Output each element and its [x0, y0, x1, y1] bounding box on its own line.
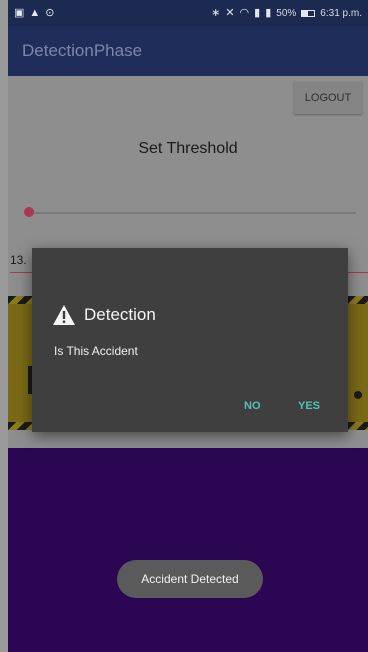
- yes-button[interactable]: YES: [298, 400, 320, 412]
- threshold-input-value: 13.: [10, 253, 27, 267]
- threshold-slider-track[interactable]: [28, 212, 356, 214]
- toast-message: Accident Detected: [117, 560, 263, 598]
- dialog-title: Detection: [84, 305, 156, 324]
- battery-icon: [301, 9, 316, 17]
- detection-area: [8, 448, 368, 652]
- warning-icon: [53, 305, 75, 325]
- bluetooth-icon: ∗: [211, 6, 221, 19]
- battery-percent: 50%: [276, 7, 297, 19]
- threshold-slider-thumb[interactable]: [24, 207, 34, 217]
- warning-icon: ▲: [29, 6, 41, 19]
- app-title: DetectionPhase: [22, 41, 143, 60]
- dialog-title-row: Detection: [52, 304, 156, 326]
- status-bar: ▣ ▲ ⊙ ∗ ✕ ◠ ▮ ▮ 50% 6:31 p.m.: [8, 0, 368, 26]
- threshold-label: Set Threshold: [138, 140, 238, 157]
- phone-screen: ▣ ▲ ⊙ ∗ ✕ ◠ ▮ ▮ 50% 6:31 p.m. DetectionP…: [8, 0, 368, 652]
- banner-dot: [354, 391, 362, 399]
- signal-icon: ▮: [265, 6, 272, 19]
- status-time: 6:31 p.m.: [320, 7, 362, 19]
- detection-dialog: Detection Is This Accident NO YES: [32, 248, 348, 432]
- no-button[interactable]: NO: [244, 400, 261, 412]
- logout-button[interactable]: LOGOUT: [294, 82, 362, 114]
- toast-text: Accident Detected: [141, 572, 239, 586]
- circle-icon: ⊙: [45, 6, 55, 19]
- status-left-icons: ▣ ▲ ⊙: [14, 6, 55, 19]
- battery-fill: [302, 10, 309, 16]
- status-right-icons: ∗ ✕ ◠ ▮ ▮ 50% 6:31 p.m.: [211, 6, 362, 19]
- signal-icon: ▮: [254, 6, 261, 19]
- dialog-message: Is This Accident: [54, 344, 138, 358]
- mute-icon: ✕: [225, 6, 235, 19]
- app-bar: DetectionPhase: [8, 26, 368, 76]
- wifi-icon: ◠: [239, 6, 250, 19]
- gallery-icon: ▣: [14, 6, 25, 19]
